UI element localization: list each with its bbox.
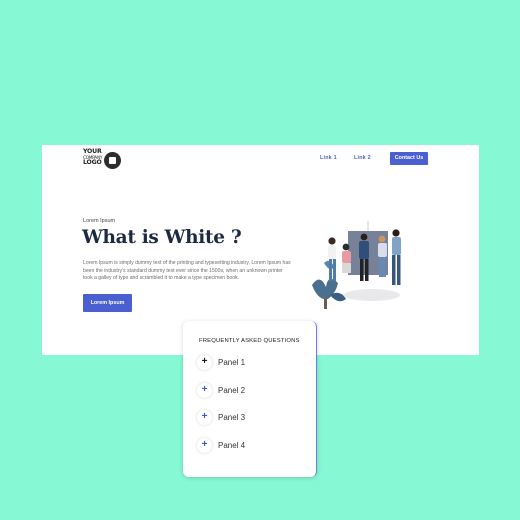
team-meeting-illustration-icon bbox=[312, 221, 401, 309]
faq-card: FREQUENTLY ASKED QUESTIONS + Panel 1 + P… bbox=[183, 321, 317, 477]
plus-icon[interactable]: + bbox=[196, 381, 213, 399]
plus-icon[interactable]: + bbox=[196, 408, 213, 426]
hero-eyebrow: Lorem Ipsum bbox=[83, 218, 116, 224]
faq-panel-3[interactable]: + Panel 3 bbox=[196, 408, 296, 426]
faq-panel-label: Panel 3 bbox=[218, 412, 246, 422]
faq-panel-1[interactable]: + Panel 1 bbox=[196, 353, 296, 371]
hero-title: What is White ? bbox=[82, 227, 242, 248]
company-logo[interactable]: YOUR COMPANY LOGO bbox=[83, 148, 123, 173]
faq-panel-2[interactable]: + Panel 2 bbox=[196, 381, 296, 399]
faq-title: FREQUENTLY ASKED QUESTIONS bbox=[199, 338, 300, 344]
faq-panel-label: Panel 2 bbox=[218, 385, 246, 395]
plus-icon[interactable]: + bbox=[196, 353, 213, 371]
contact-us-button[interactable]: Contact Us bbox=[390, 152, 428, 165]
hero-description: Lorem Ipsum is simply dummy text of the … bbox=[83, 260, 291, 282]
hero-cta-button[interactable]: Lorem Ipsum bbox=[83, 294, 132, 312]
faq-panel-label: Panel 1 bbox=[218, 357, 246, 367]
faq-panel-4[interactable]: + Panel 4 bbox=[196, 436, 296, 454]
nav-link-1[interactable]: Link 1 bbox=[320, 155, 337, 161]
logo-mark-icon bbox=[104, 152, 121, 169]
plus-icon[interactable]: + bbox=[196, 436, 213, 454]
faq-panel-label: Panel 4 bbox=[218, 440, 246, 450]
logo-line-3: LOGO bbox=[83, 159, 102, 167]
logo-text: YOUR COMPANY LOGO bbox=[83, 148, 103, 167]
nav-link-2[interactable]: Link 2 bbox=[354, 155, 371, 161]
